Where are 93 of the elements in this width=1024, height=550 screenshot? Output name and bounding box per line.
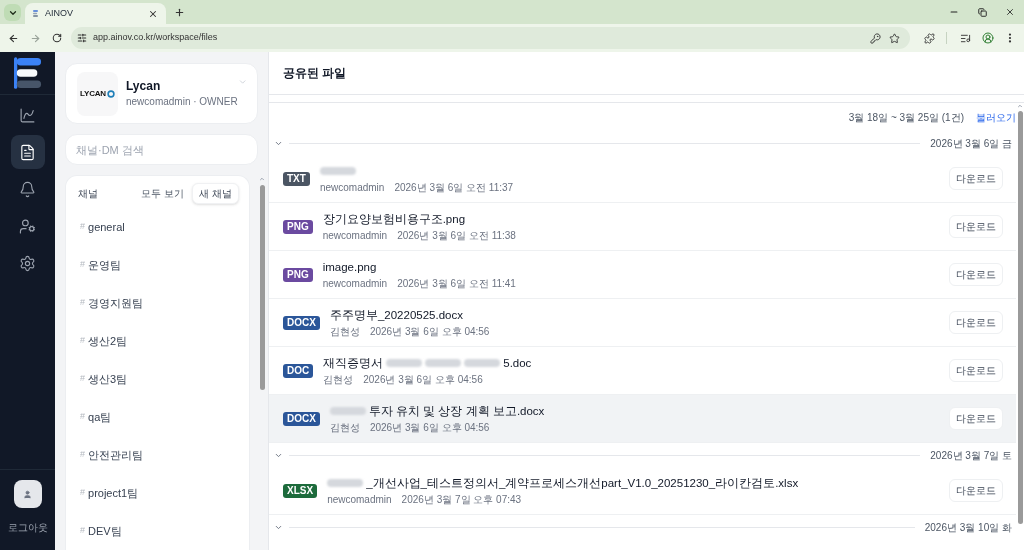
file-name[interactable]: 투자 유치 및 상장 계획 보고.docx [368,403,545,419]
date-label: 2026년 3월 10일 화 [924,520,1012,535]
file-name[interactable]: 장기요양보험비용구조.png [322,211,466,227]
file-type-badge: PNG [283,267,313,282]
uploader-name: 김현성 [329,324,360,339]
download-button[interactable]: 다운로드 [949,263,1003,286]
media-control-icon[interactable] [960,32,972,44]
favicon-icon [33,10,38,17]
download-button[interactable]: 다운로드 [949,167,1003,190]
date-label: 2026년 3월 7일 토 [930,448,1012,463]
file-name[interactable]: image.png [322,259,377,275]
file-name[interactable]: 5.doc [503,355,532,371]
key-icon[interactable] [870,32,882,44]
view-all-link[interactable]: 모두 보기 [141,185,185,201]
file-type-badge: DOCX [283,411,320,426]
star-icon[interactable] [889,32,901,44]
file-type-badge: TXT [283,171,310,186]
workspace-role: newcomadmin · OWNER [126,95,238,109]
uploader-name: 김현성 [323,372,354,387]
app-logo[interactable] [13,57,42,89]
back-icon[interactable] [8,32,19,44]
page-title: 공유된 파일 [283,65,347,82]
blurred-block [464,359,501,367]
load-link[interactable]: 불러오기 [976,109,1016,125]
channel-item[interactable]: # 운영팀 [66,246,249,284]
logo-text: LYCAN [80,89,106,98]
uploader-name: newcomadmin [327,492,392,507]
workspace-card[interactable]: LYCAN Lycan newcomadmin · OWNER [65,63,258,124]
blurred-block [327,479,364,487]
scrollbar-thumb[interactable] [1017,111,1023,524]
date-label: 2026년 3월 6일 금 [930,136,1012,151]
ring-icon [106,89,115,98]
download-button[interactable]: 다운로드 [949,215,1003,238]
scrollbar-thumb[interactable] [259,185,265,390]
document-icon [19,143,36,161]
file-name[interactable]: _개선사업_테스트정의서_계약프로세스개선part_V1.0_20251230_라이칸검토.xlsx [366,475,799,491]
tab-search-button[interactable] [4,4,21,21]
settings-icon [19,254,36,272]
download-button[interactable]: 다운로드 [949,407,1003,430]
channel-item[interactable]: # DEV팀 [66,512,249,550]
blurred-block [386,359,423,367]
uploader-name: newcomadmin [322,276,388,291]
download-button[interactable]: 다운로드 [949,479,1003,502]
address-bar[interactable]: app.ainov.co.kr/workspace/files [70,27,911,49]
file-type-badge: DOCX [283,315,320,330]
download-button[interactable]: 다운로드 [949,359,1003,382]
reload-icon[interactable] [51,33,62,43]
file-type-badge: PNG [283,219,313,234]
nav-button[interactable] [10,135,45,169]
upload-time: 2026년 3월 6일 오전 11:37 [394,180,514,195]
uploader-name: 김현성 [329,420,360,435]
upload-time: 2026년 3월 6일 오후 04:56 [363,372,483,387]
browser-tab[interactable]: AINOV [25,3,166,24]
restore-icon[interactable] [978,8,987,17]
upload-time: 2026년 3월 7일 오후 07:43 [401,492,522,507]
download-button[interactable]: 다운로드 [949,311,1003,334]
uploader-name: newcomadmin [322,228,388,243]
new-tab-icon[interactable] [174,7,185,18]
uploader-name: newcomadmin [319,180,385,195]
channel-item[interactable]: # 안전관리팀 [66,436,249,474]
channel-item[interactable]: # qa팀 [66,398,249,436]
file-name[interactable]: 주주명부_20220525.docx [329,307,463,323]
channel-item[interactable]: # 경영지원팀 [66,284,249,322]
puzzle-icon[interactable] [924,32,936,44]
new-channel-button[interactable]: 새 채널 [192,182,239,204]
date-range-text: 3월 18일 ~ 3월 25일 (1건) [848,110,964,125]
section-title: 채널 [78,186,98,201]
blurred-block [319,167,356,175]
avatar-tile[interactable] [13,480,42,508]
file-type-badge: DOC [283,363,314,378]
person-icon [23,489,32,499]
logout-button[interactable]: 로그아웃 [7,522,48,534]
channel-item[interactable]: # general [66,208,249,246]
channel-item[interactable]: # 생산2팀 [66,322,249,360]
line-chart-icon [19,106,36,124]
upload-time: 2026년 3월 6일 오전 11:41 [397,276,516,291]
file-type-badge: XLSX [283,483,318,498]
upload-time: 2026년 3월 6일 오전 11:38 [397,228,516,243]
channel-item[interactable]: # 생산3팀 [66,360,249,398]
blurred-block [329,407,366,415]
bell-icon [19,180,36,198]
channel-item[interactable]: # project1팀 [66,474,249,512]
blurred-block [425,359,462,367]
upload-time: 2026년 3월 6일 오후 04:56 [369,420,490,435]
site-info-icon[interactable] [76,33,87,43]
upload-time: 2026년 3월 6일 오후 04:56 [369,324,490,339]
search-field[interactable]: 채널·DM 검색 [65,134,258,165]
close-icon[interactable] [148,8,158,19]
user-gear-icon [19,217,36,235]
workspace-name: Lycan [126,78,162,94]
close-icon[interactable] [1005,7,1015,17]
file-name[interactable]: 재직증명서 [323,355,384,371]
profile-icon[interactable] [982,32,995,44]
